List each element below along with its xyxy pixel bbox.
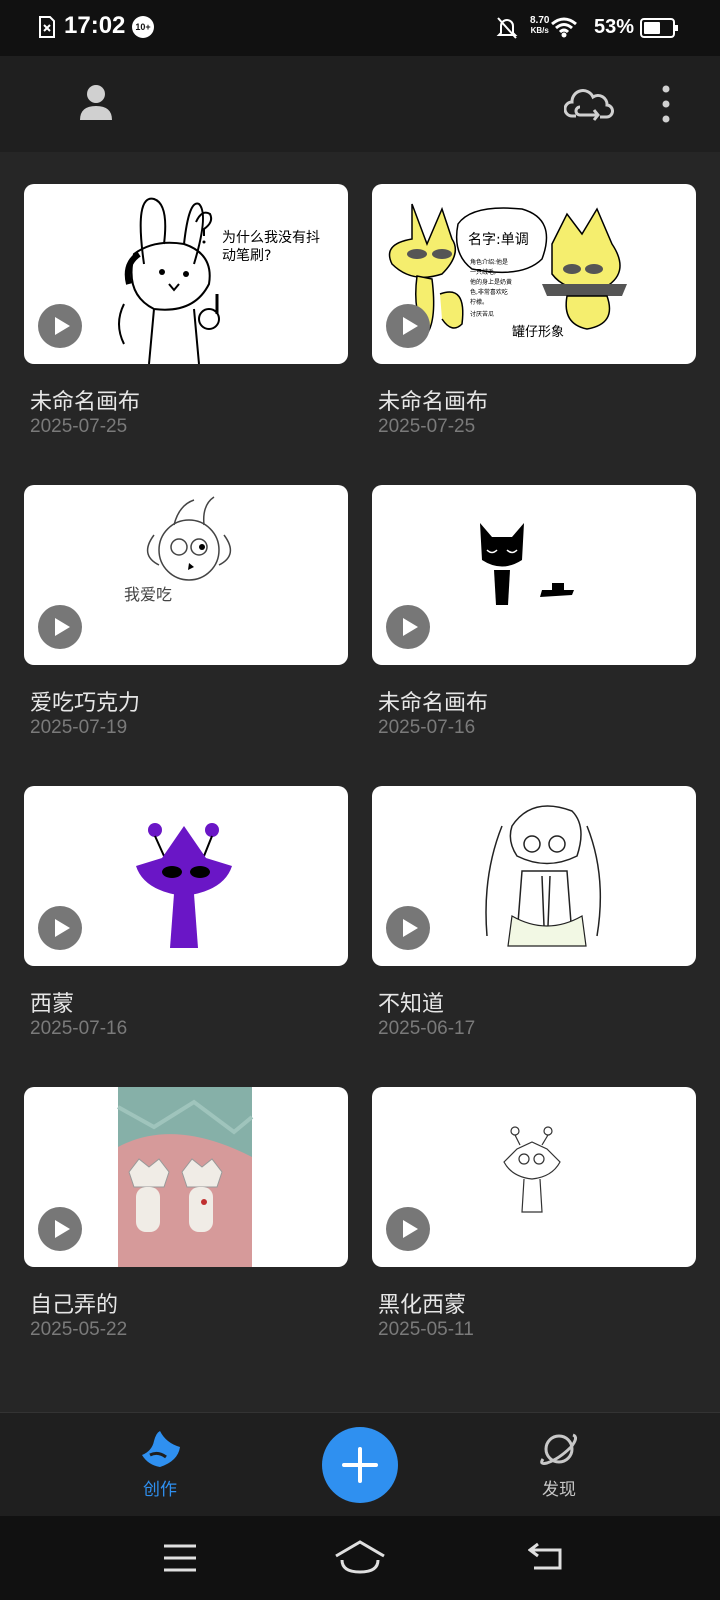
- canvas-thumbnail[interactable]: 为什么我没有抖 动笔刷?: [24, 184, 348, 364]
- canvas-date: 2025-05-22: [30, 1319, 128, 1340]
- canvas-date: 2025-07-25: [378, 416, 476, 437]
- canvas-date: 2025-06-17: [378, 1018, 476, 1039]
- canvas-card[interactable]: 为什么我没有抖 动笔刷? 未命名画布 2025-07-25: [24, 184, 348, 476]
- play-button[interactable]: [386, 906, 430, 950]
- canvas-thumbnail[interactable]: 我爱吃: [24, 485, 348, 665]
- top-bar: [0, 56, 720, 152]
- canvas-card[interactable]: 未命名画布 2025-07-16: [372, 485, 696, 777]
- play-button[interactable]: [386, 1207, 430, 1251]
- play-button[interactable]: [38, 304, 82, 348]
- status-time: 17:02: [64, 12, 126, 39]
- canvas-card[interactable]: 我爱吃 爱吃巧克力 2025-07-19: [24, 485, 348, 777]
- play-button[interactable]: [386, 304, 430, 348]
- canvas-card[interactable]: 西蒙 2025-07-16: [24, 786, 348, 1078]
- canvas-thumbnail[interactable]: [372, 1087, 696, 1267]
- canvas-thumbnail[interactable]: 名字:单调 角色介绍:他是 一只绒毛, 他的身上是奶黄 色,非常喜欢吃 柠檬。 …: [372, 184, 696, 364]
- canvas-thumbnail[interactable]: [24, 1087, 348, 1267]
- brush-icon: [142, 1431, 180, 1467]
- canvas-grid: 为什么我没有抖 动笔刷? 未命名画布 2025-07-25 名字:单调 角色介绍…: [0, 152, 720, 1412]
- intro-text: 一只绒毛,: [470, 268, 496, 276]
- back-icon[interactable]: [528, 1540, 564, 1574]
- intro-text: 他的身上是奶黄: [470, 278, 512, 286]
- intro-text: 讨厌苦瓜: [470, 310, 494, 318]
- play-icon: [55, 618, 70, 636]
- add-canvas-button[interactable]: [322, 1427, 398, 1503]
- sim-card-icon: [39, 16, 55, 38]
- intro-text: 柠檬。: [470, 298, 488, 306]
- caption-text: 罐仔形象: [512, 325, 564, 340]
- play-icon: [403, 618, 418, 636]
- canvas-card[interactable]: 自己弄的 2025-05-22: [24, 1087, 348, 1379]
- system-navigation-bar: [0, 1516, 720, 1600]
- nav-tab-create[interactable]: 创作: [120, 1423, 200, 1507]
- canvas-card[interactable]: 不知道 2025-06-17: [372, 786, 696, 1078]
- play-button[interactable]: [38, 605, 82, 649]
- menu-icon[interactable]: [162, 1542, 198, 1574]
- canvas-title: 西蒙: [30, 992, 75, 1017]
- battery-icon: [640, 18, 678, 38]
- notification-badge: 10+: [132, 16, 154, 38]
- play-icon: [403, 1220, 418, 1238]
- play-button[interactable]: [38, 1207, 82, 1251]
- play-icon: [55, 919, 70, 937]
- intro-text: 角色介绍:他是: [470, 258, 508, 266]
- wifi-icon: [551, 17, 577, 38]
- play-button[interactable]: [38, 906, 82, 950]
- user-icon[interactable]: [76, 82, 116, 122]
- canvas-thumbnail[interactable]: [372, 485, 696, 665]
- battery-percent: 53%: [593, 16, 634, 38]
- canvas-title: 自己弄的: [30, 1293, 119, 1318]
- network-speed: 8.70 KB/s: [530, 15, 550, 36]
- canvas-title: 黑化西蒙: [378, 1293, 467, 1318]
- nav-label-create: 创作: [143, 1480, 177, 1500]
- canvas-title: 不知道: [378, 992, 445, 1017]
- name-tag-text: 名字:单调: [468, 232, 529, 248]
- nav-label-discover: 发现: [542, 1480, 576, 1500]
- canvas-date: 2025-07-25: [30, 416, 128, 437]
- status-bar: 17:02 10+ 8.70 KB/s 53%: [0, 0, 720, 56]
- canvas-card[interactable]: 名字:单调 角色介绍:他是 一只绒毛, 他的身上是奶黄 色,非常喜欢吃 柠檬。 …: [372, 184, 696, 476]
- canvas-date: 2025-07-19: [30, 717, 128, 738]
- play-icon: [55, 1220, 70, 1238]
- cloud-sync-icon[interactable]: [564, 84, 614, 124]
- canvas-title: 未命名画布: [378, 390, 489, 415]
- speech-bubble-text-1: 为什么我没有抖: [222, 230, 320, 246]
- more-vertical-icon[interactable]: [660, 84, 672, 124]
- canvas-thumbnail[interactable]: [24, 786, 348, 966]
- canvas-date: 2025-07-16: [378, 717, 476, 738]
- plus-icon: [342, 1447, 378, 1483]
- canvas-title: 未命名画布: [30, 390, 141, 415]
- bottom-navigation: 创作 发现: [0, 1412, 720, 1516]
- canvas-title: 未命名画布: [378, 691, 489, 716]
- canvas-title: 爱吃巧克力: [30, 691, 141, 716]
- canvas-date: 2025-05-11: [378, 1319, 474, 1340]
- planet-icon: [540, 1433, 578, 1465]
- mute-bell-icon: [496, 17, 518, 39]
- home-icon[interactable]: [334, 1538, 386, 1576]
- play-button[interactable]: [386, 605, 430, 649]
- play-icon: [55, 317, 70, 335]
- nav-tab-discover[interactable]: 发现: [519, 1423, 599, 1507]
- play-icon: [403, 919, 418, 937]
- canvas-date: 2025-07-16: [30, 1018, 128, 1039]
- play-icon: [403, 317, 418, 335]
- speech-bubble-text-2: 动笔刷?: [222, 248, 271, 264]
- canvas-thumbnail[interactable]: [372, 786, 696, 966]
- sketch-caption-text: 我爱吃: [124, 585, 172, 604]
- intro-text: 色,非常喜欢吃: [470, 288, 508, 296]
- canvas-card[interactable]: 黑化西蒙 2025-05-11: [372, 1087, 696, 1379]
